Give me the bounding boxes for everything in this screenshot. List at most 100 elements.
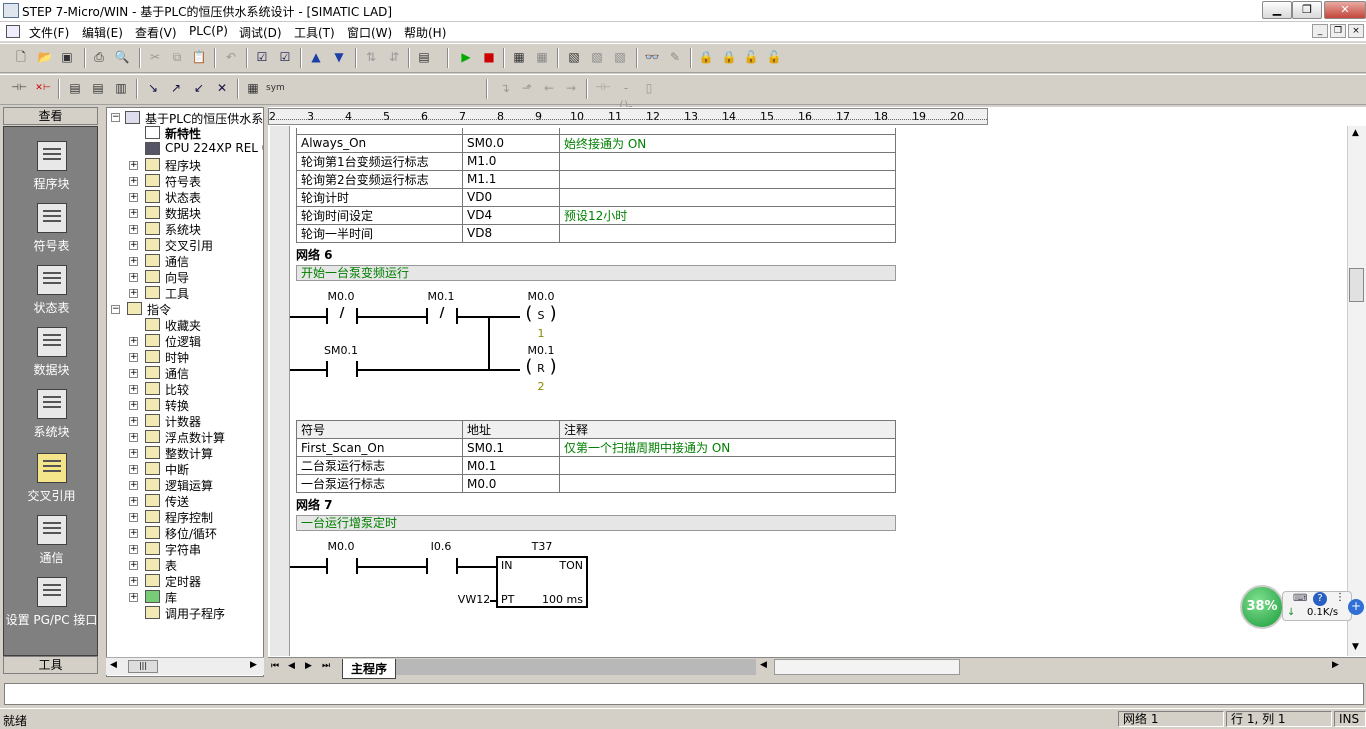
expand-icon[interactable]: + [129, 241, 138, 250]
editor-vertical-scrollbar[interactable]: ▲ ▼ [1347, 126, 1366, 656]
tree-item[interactable]: 状态表 [165, 189, 201, 206]
ladder-icon[interactable]: ▥ [112, 79, 130, 97]
contact-address[interactable]: M0.0 [318, 540, 364, 553]
paste-icon[interactable]: 📋 [190, 48, 208, 66]
expand-icon[interactable]: + [129, 193, 138, 202]
expand-icon[interactable]: + [129, 225, 138, 234]
expand-icon[interactable]: + [129, 273, 138, 282]
upload-icon[interactable]: ▲ [307, 48, 325, 66]
maximize-button[interactable]: ❐ [1292, 1, 1322, 19]
expand-icon[interactable]: + [129, 369, 138, 378]
more-icon[interactable]: ⋮ [1335, 592, 1345, 603]
read-forced-icon[interactable]: 🔓 [765, 48, 783, 66]
chart-single-icon[interactable]: ▧ [611, 48, 629, 66]
chart-pause-icon[interactable]: ▧ [588, 48, 606, 66]
open-icon[interactable]: 📂 [36, 48, 54, 66]
tree-item[interactable]: 通信 [165, 365, 189, 382]
tree-item[interactable]: 收藏夹 [165, 317, 201, 334]
read-icon[interactable]: 👓 [643, 48, 661, 66]
expand-icon[interactable]: + [129, 545, 138, 554]
nav-program-block[interactable]: 程序块 [4, 141, 99, 192]
timer-preset[interactable]: VW12 [456, 593, 492, 606]
network-6-title[interactable]: 网络 6 [296, 246, 333, 263]
nav-set-pg-pc-interface[interactable]: 设置 PG/PC 接口 [4, 577, 99, 628]
tree-item[interactable]: 位逻辑 [165, 333, 201, 350]
delete-contact-icon[interactable]: ✕⊢ [34, 79, 52, 97]
tree-item[interactable]: 交叉引用 [165, 237, 213, 254]
tree-item[interactable]: 程序控制 [165, 509, 213, 526]
print-preview-icon[interactable]: 🔍 [113, 48, 131, 66]
sort-asc-icon[interactable]: ⇅ [362, 48, 380, 66]
expand-icon[interactable]: + [129, 337, 138, 346]
tree-item[interactable]: 传送 [165, 493, 189, 510]
menu-help[interactable]: 帮助(H) [404, 24, 446, 41]
menu-debug[interactable]: 调试(D) [239, 24, 282, 41]
undo-icon[interactable]: ↶ [222, 48, 240, 66]
line-up-icon[interactable]: ↗ [167, 79, 185, 97]
network-6-comment[interactable]: 开始一台泵变频运行 [296, 265, 896, 281]
tree-root[interactable]: 基于PLC的恒压供水系 [145, 110, 263, 127]
tree-item[interactable]: 通信 [165, 253, 189, 270]
tree-item[interactable]: 整数计算 [165, 445, 213, 462]
tree-item[interactable]: 逻辑运算 [165, 477, 213, 494]
collapse-icon[interactable]: − [111, 305, 120, 314]
run-icon[interactable]: ▶ [457, 48, 475, 66]
network-7-comment[interactable]: 一台运行增泵定时 [296, 515, 896, 531]
pause-status-icon[interactable]: ▦ [533, 48, 551, 66]
tree-new-features[interactable]: 新特性 [165, 125, 201, 142]
sort-desc-icon[interactable]: ⇵ [385, 48, 403, 66]
tab-next-icon[interactable]: ▶ [305, 661, 312, 671]
coil-icon[interactable]: -()- [617, 79, 635, 113]
coil-address[interactable]: M0.1 [518, 344, 564, 357]
wire-down-icon[interactable]: ↴ [496, 79, 514, 97]
hscroll-right-icon[interactable]: ▶ [1332, 660, 1339, 670]
tree-item[interactable]: 程序块 [165, 157, 201, 174]
tree-item[interactable]: 调用子程序 [165, 605, 225, 622]
nav-data-block[interactable]: 数据块 [4, 327, 99, 378]
mdi-close-button[interactable]: × [1348, 24, 1364, 38]
force-icon[interactable]: 🔒 [697, 48, 715, 66]
contact-icon[interactable]: ⊣⊢ [594, 79, 612, 97]
line-right-icon[interactable]: ✕ [213, 79, 231, 97]
box-icon[interactable]: ▯ [640, 79, 658, 97]
horizontal-scroll-thumb[interactable] [774, 659, 960, 675]
tree-item[interactable]: 移位/循环 [165, 525, 217, 542]
line-left-icon[interactable]: ↙ [190, 79, 208, 97]
new-icon[interactable]: 🗋 [12, 48, 30, 66]
nav-cross-reference[interactable]: 交叉引用 [4, 453, 99, 504]
expand-icon[interactable]: + [129, 465, 138, 474]
copy-icon[interactable]: ⧉ [168, 48, 186, 66]
expand-icon[interactable]: + [129, 161, 138, 170]
tree-item[interactable]: 计数器 [165, 413, 201, 430]
ladder-editor[interactable]: Always_On SM0.0 始终接通为 ON 轮询第1台变频运行标志 M1.0 轮… [270, 126, 1348, 656]
tree-instructions[interactable]: 指令 [147, 301, 171, 318]
write-icon[interactable]: ✎ [666, 48, 684, 66]
expand-icon[interactable]: + [129, 561, 138, 570]
expand-icon[interactable]: + [129, 417, 138, 426]
help-icon[interactable]: ? [1313, 592, 1327, 606]
symbol-addressing-icon[interactable]: sym [266, 79, 285, 97]
options-icon[interactable]: ▤ [415, 48, 433, 66]
minimize-button[interactable]: ▁ [1262, 1, 1292, 19]
program-status-icon[interactable]: ▦ [510, 48, 528, 66]
collapse-icon[interactable]: − [111, 113, 120, 122]
compile-icon[interactable]: ☑ [253, 48, 271, 66]
tree-item[interactable]: 符号表 [165, 173, 201, 190]
tree-item[interactable]: 浮点数计算 [165, 429, 225, 446]
tree-item[interactable]: 中断 [165, 461, 189, 478]
expand-icon[interactable]: + [129, 593, 138, 602]
network-7-title[interactable]: 网络 7 [296, 496, 333, 513]
hscroll-left-icon[interactable]: ◀ [760, 660, 767, 670]
mdi-minimize-button[interactable]: _ [1312, 24, 1328, 38]
expand-icon[interactable]: + [129, 449, 138, 458]
timer-name[interactable]: T37 [522, 540, 562, 553]
keyboard-icon[interactable]: ⌨ [1293, 593, 1307, 604]
unforce-icon[interactable]: 🔒 [720, 48, 738, 66]
contact-address[interactable]: I0.6 [418, 540, 464, 553]
menu-file[interactable]: 文件(F) [29, 24, 69, 41]
tab-last-icon[interactable]: ⏭ [322, 661, 330, 671]
download-icon[interactable]: ▼ [330, 48, 348, 66]
nav-symbol-table[interactable]: 符号表 [4, 203, 99, 254]
chart-status-icon[interactable]: ▧ [565, 48, 583, 66]
expand-icon[interactable]: + [129, 209, 138, 218]
